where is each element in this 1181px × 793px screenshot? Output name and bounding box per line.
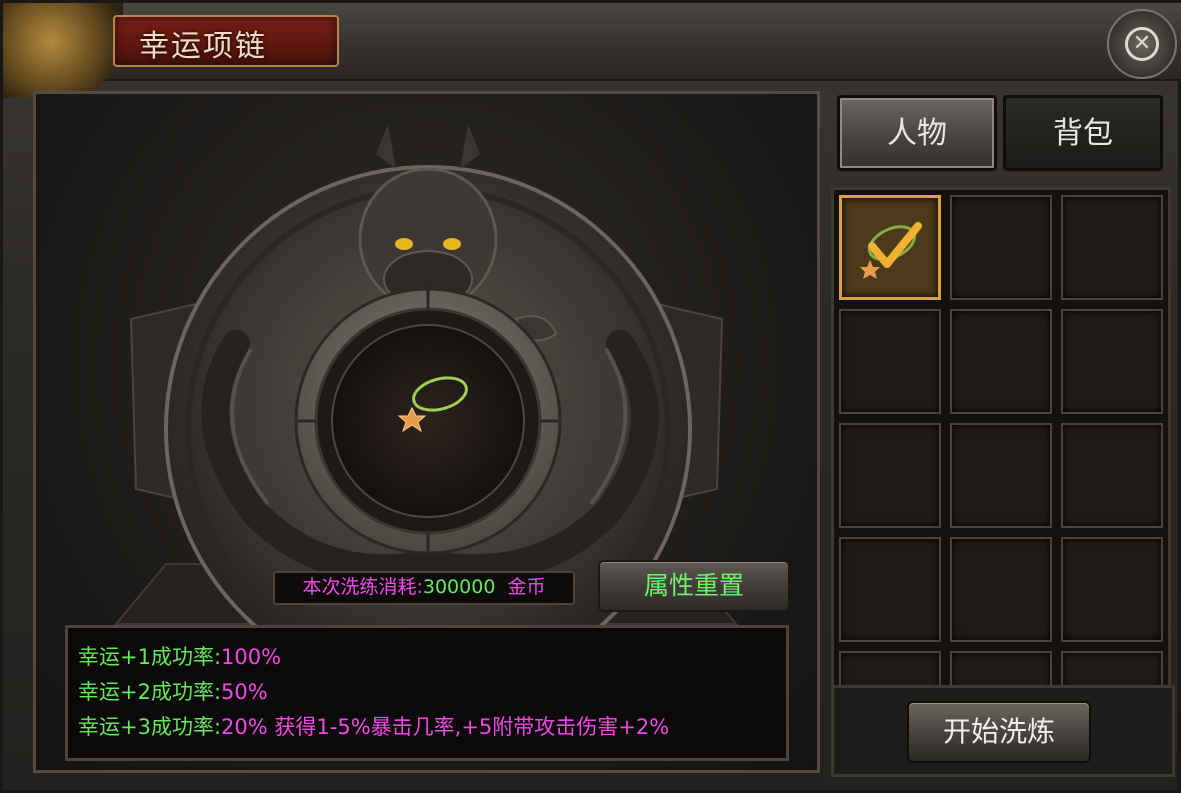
rate-line-3: 幸运+3成功率:20% 获得1-5%暴击几率,+5附带攻击伤害+2%	[78, 710, 786, 745]
inventory-slot[interactable]	[950, 537, 1052, 642]
inventory-panel: 人物 背包	[827, 91, 1175, 773]
close-button[interactable]: ✕	[1107, 9, 1177, 79]
dragon-ornament-icon	[3, 3, 123, 98]
rate-line-2: 幸运+2成功率:50%	[78, 675, 786, 710]
rate-line-1: 幸运+1成功率:100%	[78, 640, 786, 675]
reset-attributes-button[interactable]: 属性重置	[598, 560, 790, 612]
cost-label: 本次洗练消耗:	[302, 576, 423, 598]
refine-window: 幸运项链 ✕ 属性重置 本次洗练消耗:300000 金币 幸运+1成功率:100…	[0, 0, 1181, 793]
rate-label: 幸运+3成功率:	[78, 715, 222, 739]
rate-label: 幸运+2成功率:	[78, 680, 222, 704]
inventory-slot[interactable]	[1061, 195, 1163, 300]
necklace-icon	[860, 222, 922, 279]
inventory-slot[interactable]	[839, 537, 941, 642]
inventory-slot[interactable]	[950, 309, 1052, 414]
rate-label: 幸运+1成功率:	[78, 645, 222, 669]
rate-value: 100%	[221, 645, 282, 669]
refine-cost: 本次洗练消耗:300000 金币	[273, 571, 575, 605]
tab-bag[interactable]: 背包	[1003, 95, 1163, 171]
close-icon: ✕	[1125, 27, 1159, 61]
inventory-slot[interactable]	[1061, 423, 1163, 528]
rate-value: 50%	[221, 680, 268, 704]
success-rate-box: 幸运+1成功率:100% 幸运+2成功率:50% 幸运+3成功率:20% 获得1…	[65, 625, 789, 761]
inventory-grid	[831, 187, 1171, 767]
inventory-slot[interactable]	[839, 195, 941, 300]
inventory-slot[interactable]	[950, 423, 1052, 528]
tab-character[interactable]: 人物	[837, 95, 997, 171]
start-refine-button[interactable]: 开始洗炼	[907, 701, 1091, 763]
inventory-slot[interactable]	[839, 423, 941, 528]
inventory-slot[interactable]	[950, 195, 1052, 300]
cost-currency: 金币	[507, 576, 546, 598]
inventory-slot[interactable]	[839, 309, 941, 414]
rate-value: 20% 获得1-5%暴击几率,+5附带攻击伤害+2%	[221, 715, 670, 739]
cost-amount: 300000	[422, 576, 496, 598]
inventory-slot[interactable]	[1061, 309, 1163, 414]
inventory-slot[interactable]	[1061, 537, 1163, 642]
window-title: 幸运项链	[139, 29, 267, 64]
